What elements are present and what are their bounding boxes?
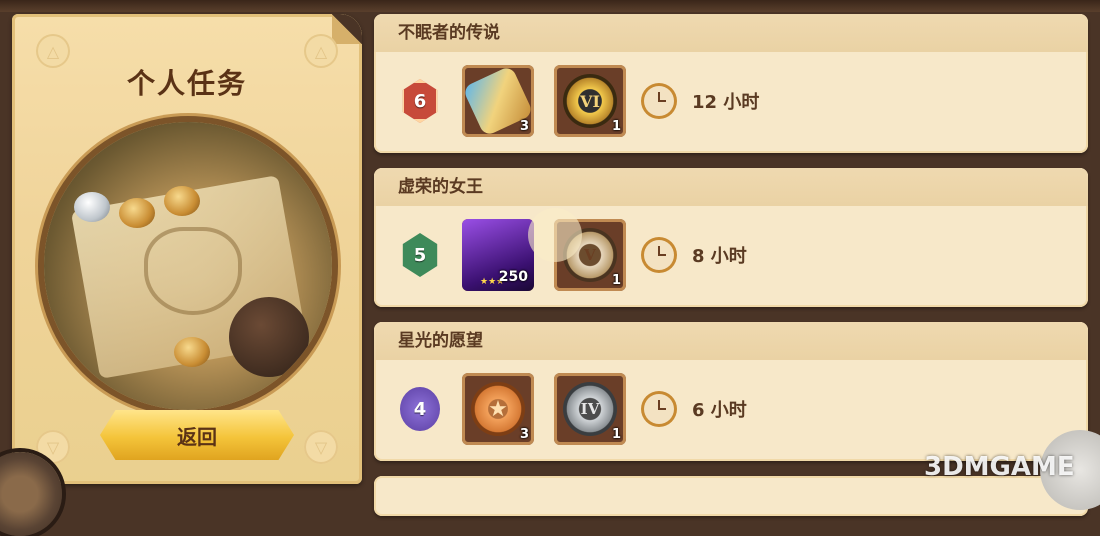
quest-panel: △ △ ▽ ▽ 个人任务 返回 — [12, 14, 362, 484]
level-badge: 6 — [402, 79, 438, 123]
reward-count: 250 — [498, 269, 528, 285]
coin-iv-icon: IV — [563, 382, 617, 436]
coin-pouch-icon — [229, 297, 309, 377]
coin-vi-icon: VI — [563, 74, 617, 128]
gold-coin-icon — [164, 186, 200, 216]
reward-count: 1 — [611, 427, 621, 442]
quest-name: 不眠者的传说 — [374, 14, 1088, 52]
treasure-map-illustration — [44, 122, 332, 410]
reward-slot[interactable]: ★★★ 250 — [462, 219, 534, 291]
quest-duration: 12 小时 — [692, 92, 760, 113]
corner-ornament-icon: ▽ — [304, 430, 338, 464]
quest-duration: 6 小时 — [692, 400, 747, 421]
quest-card[interactable]: 星光的愿望 4 ★ 3 IV 1 6 小时 — [374, 322, 1088, 461]
reward-slot[interactable]: IV 1 — [554, 373, 626, 445]
reward-count: 1 — [611, 273, 621, 288]
reward-slot[interactable]: ★ 3 — [462, 373, 534, 445]
back-button[interactable]: 返回 — [100, 410, 294, 460]
gold-coin-icon — [119, 198, 155, 228]
beast-emblem-icon — [144, 227, 242, 315]
quest-card[interactable]: 不眠者的传说 6 3 VI 1 12 小时 — [374, 14, 1088, 153]
level-badge: 5 — [402, 233, 438, 277]
quest-card[interactable] — [374, 476, 1088, 516]
silver-coin-icon — [74, 192, 110, 222]
reward-count: 3 — [519, 119, 529, 134]
clock-icon — [644, 86, 674, 116]
reward-count: 3 — [519, 427, 529, 442]
bronze-coin-icon: ★ — [471, 382, 525, 436]
site-watermark: 3DMGAME — [924, 452, 1075, 482]
quest-name: 虚荣的女王 — [374, 168, 1088, 206]
reward-slot[interactable]: 3 — [462, 65, 534, 137]
level-badge: 4 — [400, 387, 440, 431]
gold-coin-icon — [174, 337, 210, 367]
quest-duration: 8 小时 — [692, 246, 747, 267]
quest-name: 星光的愿望 — [374, 322, 1088, 360]
clock-icon — [644, 240, 674, 270]
reward-count: 1 — [611, 119, 621, 134]
page-title: 个人任务 — [126, 67, 247, 100]
page-fold — [332, 14, 362, 44]
clock-icon — [644, 394, 674, 424]
reward-slot[interactable]: VI 1 — [554, 65, 626, 137]
quest-card[interactable]: 虚荣的女王 5 ★★★ 250 V 1 8 小时 — [374, 168, 1088, 307]
mascot-watermark-icon — [528, 208, 582, 262]
top-frame — [0, 0, 1100, 12]
